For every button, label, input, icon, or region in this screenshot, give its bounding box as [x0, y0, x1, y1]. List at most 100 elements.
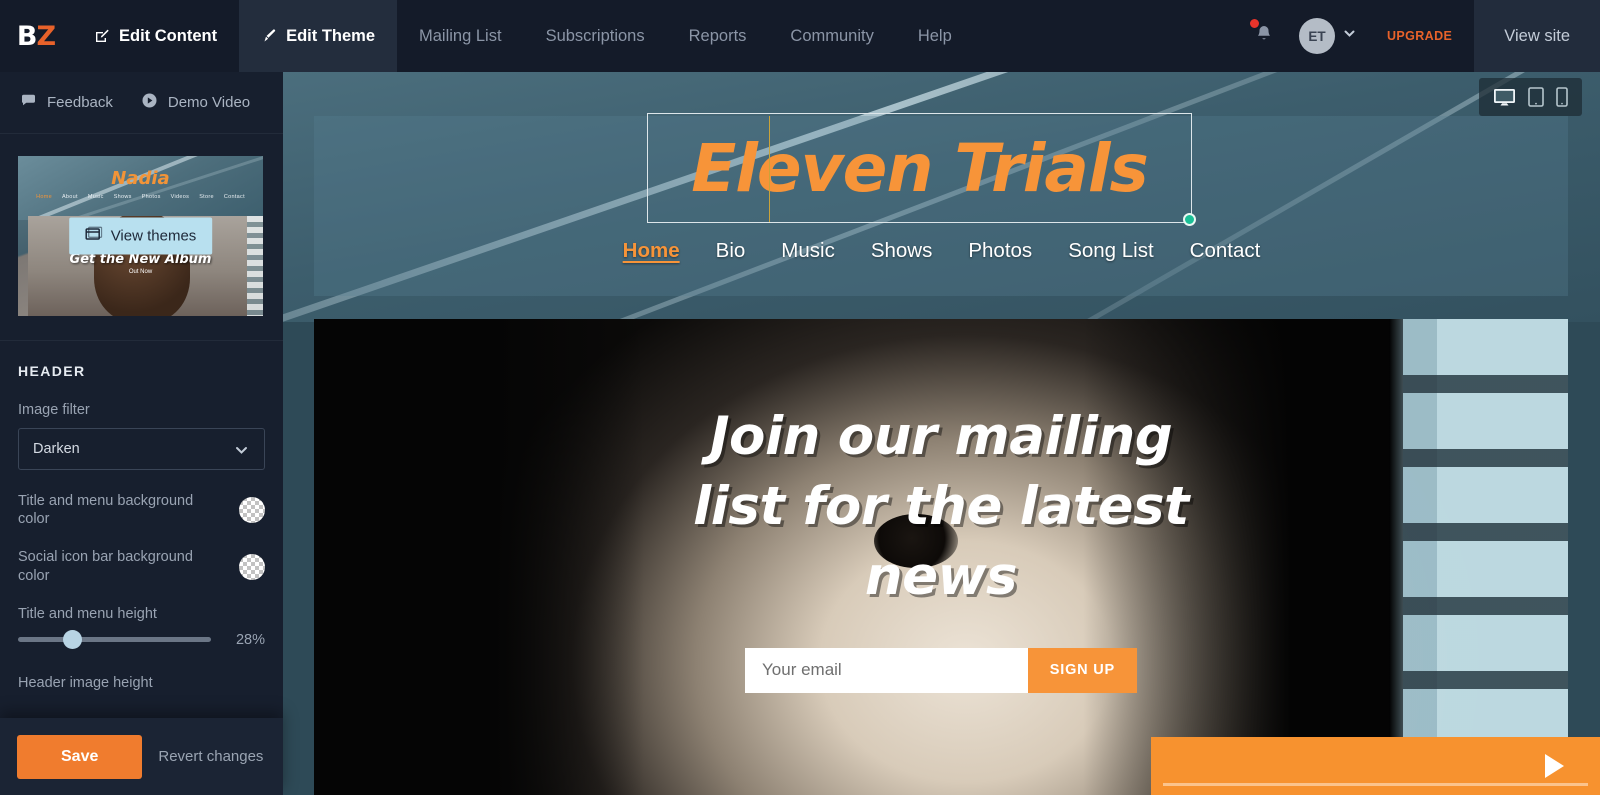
browser-window-icon: [84, 226, 102, 246]
email-input[interactable]: [745, 647, 1028, 693]
nav-tab-edit-content[interactable]: Edit Content: [72, 0, 239, 72]
mobile-icon[interactable]: [1556, 87, 1568, 107]
hero-heading[interactable]: Join our mailing list for the latest new…: [686, 402, 1196, 612]
view-site-label: View site: [1504, 26, 1570, 45]
hero-image-section[interactable]: Join our mailing list for the latest new…: [314, 319, 1568, 795]
logo-letter-b: B: [16, 20, 38, 52]
current-theme-card: Nadia Home About Music Shows Photos Videos Sto…: [0, 134, 283, 341]
sign-up-button[interactable]: SIGN UP: [1027, 647, 1137, 693]
chevron-down-icon: [1342, 26, 1357, 46]
site-preview-canvas: Eleven Trials Home Bio Music Shows Photo…: [283, 72, 1600, 795]
nav-tab-label: Mailing List: [419, 26, 502, 45]
save-bar: Save Revert changes: [0, 718, 283, 795]
site-nav-item-bio[interactable]: Bio: [716, 239, 746, 263]
social-bar-bg-color-label: Social icon bar background color: [18, 549, 193, 584]
header-settings-panel: HEADER Image filter Darken Title and men…: [0, 341, 283, 692]
resize-handle[interactable]: [1183, 213, 1196, 226]
title-menu-bg-color-swatch[interactable]: [239, 497, 265, 524]
social-bar-bg-color-swatch[interactable]: [239, 553, 265, 580]
image-filter-value: Darken: [33, 441, 80, 458]
theme-editor-sidebar: Feedback Demo Video Nadia Home About Music…: [0, 72, 283, 795]
thumb-nav-item: Videos: [170, 194, 190, 200]
nav-tab-community[interactable]: Community: [768, 0, 895, 72]
view-site-button[interactable]: View site: [1474, 0, 1600, 72]
speech-bubble-icon: [20, 92, 37, 113]
panel-title: HEADER: [18, 363, 86, 379]
thumb-nav-item: Home: [36, 194, 52, 200]
nav-tab-label: Help: [917, 26, 952, 45]
hero-content: Join our mailing list for the latest new…: [314, 319, 1568, 795]
nav-tab-reports[interactable]: Reports: [667, 0, 769, 72]
theme-thumbnail-album-sub: Out Now: [128, 269, 153, 275]
theme-thumbnail-title: Nadia: [111, 168, 170, 189]
title-menu-bg-color-label: Title and menu background color: [18, 493, 194, 528]
pencil-square-icon: [94, 28, 110, 44]
thumb-nav-item: Store: [199, 194, 214, 200]
title-menu-height-slider[interactable]: [18, 630, 211, 650]
chevron-down-icon: [233, 442, 250, 463]
nav-tab-mailing-list[interactable]: Mailing List: [397, 0, 524, 72]
site-nav-item-shows[interactable]: Shows: [871, 239, 933, 263]
nav-tab-label: Community: [790, 26, 874, 45]
nav-tab-label: Subscriptions: [545, 26, 645, 45]
site-nav-item-song-list[interactable]: Song List: [1068, 239, 1153, 263]
title-menu-height-label: Title and menu height: [18, 605, 157, 622]
logo-letter-z: Z: [36, 20, 57, 52]
desktop-icon[interactable]: [1493, 88, 1516, 107]
avatar: ET: [1298, 18, 1335, 54]
site-nav-item-home[interactable]: Home: [623, 239, 680, 263]
site-nav-item-contact[interactable]: Contact: [1190, 239, 1261, 263]
thumb-nav-item: Contact: [223, 194, 245, 200]
nav-tab-help[interactable]: Help: [896, 0, 974, 72]
play-triangle-icon[interactable]: [1545, 754, 1564, 778]
site-navigation-menu: Home Bio Music Shows Photos Song List Co…: [283, 239, 1600, 263]
account-menu-button[interactable]: ET: [1291, 0, 1361, 72]
text-cursor-caret: [769, 116, 770, 222]
notifications-button[interactable]: [1237, 0, 1291, 72]
sidebar-quick-links: Feedback Demo Video: [0, 72, 283, 134]
thumb-nav-item: Music: [87, 194, 104, 200]
sidebar-link-label: Demo Video: [167, 94, 251, 111]
view-themes-button[interactable]: View themes: [68, 217, 213, 255]
thumb-nav-item: Shows: [113, 194, 132, 200]
audio-player-bar[interactable]: [1151, 737, 1600, 795]
top-navigation-bar: BZ Edit Content Edit Theme Mailing List …: [0, 0, 1600, 72]
sidebar-link-demo-video[interactable]: Demo Video: [141, 92, 250, 113]
nav-tab-edit-theme[interactable]: Edit Theme: [239, 0, 398, 72]
site-nav-item-music[interactable]: Music: [781, 239, 835, 263]
player-progress-track[interactable]: [1163, 783, 1588, 786]
title-menu-bg-color-setting: Title and menu background color: [18, 492, 265, 528]
image-filter-select[interactable]: Darken: [18, 428, 265, 471]
revert-changes-link[interactable]: Revert changes: [158, 748, 263, 765]
site-nav-item-photos[interactable]: Photos: [968, 239, 1032, 263]
nav-tab-label: Reports: [688, 26, 747, 45]
paintbrush-icon: [261, 28, 277, 44]
play-circle-icon: [141, 92, 158, 113]
sidebar-link-feedback[interactable]: Feedback: [20, 92, 113, 113]
view-themes-label: View themes: [110, 227, 197, 245]
mailing-list-signup-form: SIGN UP: [745, 647, 1137, 693]
avatar-initials: ET: [1308, 28, 1326, 44]
title-menu-height-value: 28%: [235, 631, 265, 648]
site-title[interactable]: Eleven Trials: [648, 114, 1191, 222]
theme-thumbnail-nav: Home About Music Shows Photos Videos Store Cont…: [18, 194, 263, 200]
slider-knob[interactable]: [63, 630, 83, 650]
image-filter-label: Image filter: [18, 402, 90, 418]
save-button[interactable]: Save: [17, 734, 143, 779]
sidebar-link-label: Feedback: [47, 94, 113, 111]
nav-tab-subscriptions[interactable]: Subscriptions: [524, 0, 667, 72]
title-menu-height-slider-row: 28%: [18, 630, 265, 650]
site-title-edit-box[interactable]: Eleven Trials: [647, 113, 1196, 226]
upgrade-label: UPGRADE: [1386, 29, 1453, 43]
app-logo[interactable]: BZ: [0, 0, 72, 72]
thumb-nav-item: About: [61, 194, 78, 200]
header-image-height-label: Header image height: [18, 674, 153, 691]
thumb-nav-item: Photos: [141, 194, 161, 200]
nav-tab-label: Edit Content: [119, 26, 218, 45]
tablet-icon[interactable]: [1528, 87, 1544, 107]
device-preview-toggles: [1479, 78, 1582, 116]
upgrade-link[interactable]: UPGRADE: [1361, 0, 1474, 72]
social-bar-bg-color-setting: Social icon bar background color: [18, 548, 265, 584]
nav-tab-label: Edit Theme: [286, 26, 376, 45]
